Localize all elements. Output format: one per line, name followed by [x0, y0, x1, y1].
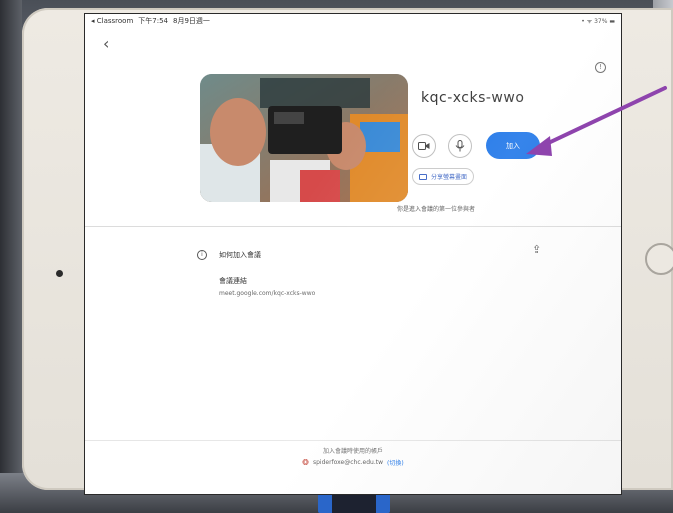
annotation-arrow [526, 86, 667, 156]
account-email: spiderfoxe@chc.edu.tw [313, 459, 384, 466]
background-left [0, 0, 22, 513]
microphone-icon [455, 139, 465, 151]
microphone-toggle-button[interactable] [448, 133, 472, 158]
account-caption: 加入會議時使用的帳戶 [322, 448, 383, 455]
footer-divider [85, 440, 621, 441]
present-screen-icon [419, 173, 427, 180]
meeting-code: kqc-xcks-wwo [421, 90, 525, 106]
switch-account-link[interactable]: (切換) [387, 458, 404, 467]
info-icon[interactable]: ! [595, 62, 606, 73]
home-button[interactable] [645, 243, 673, 275]
first-joiner-text: 你是進入會議的第一位參與者 [397, 206, 476, 213]
share-screen-button[interactable]: 分享螢幕畫面 [412, 168, 475, 185]
info-circle-icon: i [197, 250, 207, 260]
share-screen-label: 分享螢幕畫面 [431, 174, 468, 181]
meeting-link-url[interactable]: meet.google.com/kqc-xcks-wwo [219, 290, 315, 297]
status-bar: ◂ Classroom 下午7:54 8月9日週一 • ᯤ 37% ▬ [85, 14, 621, 28]
back-to-app-link[interactable]: ◂ Classroom [91, 17, 133, 25]
camera-preview-image [200, 74, 408, 202]
share-icon[interactable]: ⇪ [532, 243, 541, 256]
section-divider [85, 226, 621, 227]
howto-title: 如何加入會議 [219, 251, 261, 259]
meeting-link-label: 會議連結 [219, 277, 247, 285]
front-camera [56, 270, 63, 277]
status-time: 下午7:54 [138, 17, 168, 25]
account-avatar-icon: ❂ [302, 458, 309, 467]
chevron-left-icon[interactable]: ‹ [103, 36, 109, 52]
camera-icon [418, 141, 430, 150]
status-date: 8月9日週一 [173, 17, 210, 25]
camera-preview [200, 74, 408, 202]
device-stand-inner [332, 492, 376, 513]
camera-toggle-button[interactable] [412, 133, 436, 158]
status-indicators: • ᯤ 37% ▬ [581, 18, 615, 25]
account-row: ❂ spiderfoxe@chc.edu.tw (切換) [85, 458, 621, 467]
